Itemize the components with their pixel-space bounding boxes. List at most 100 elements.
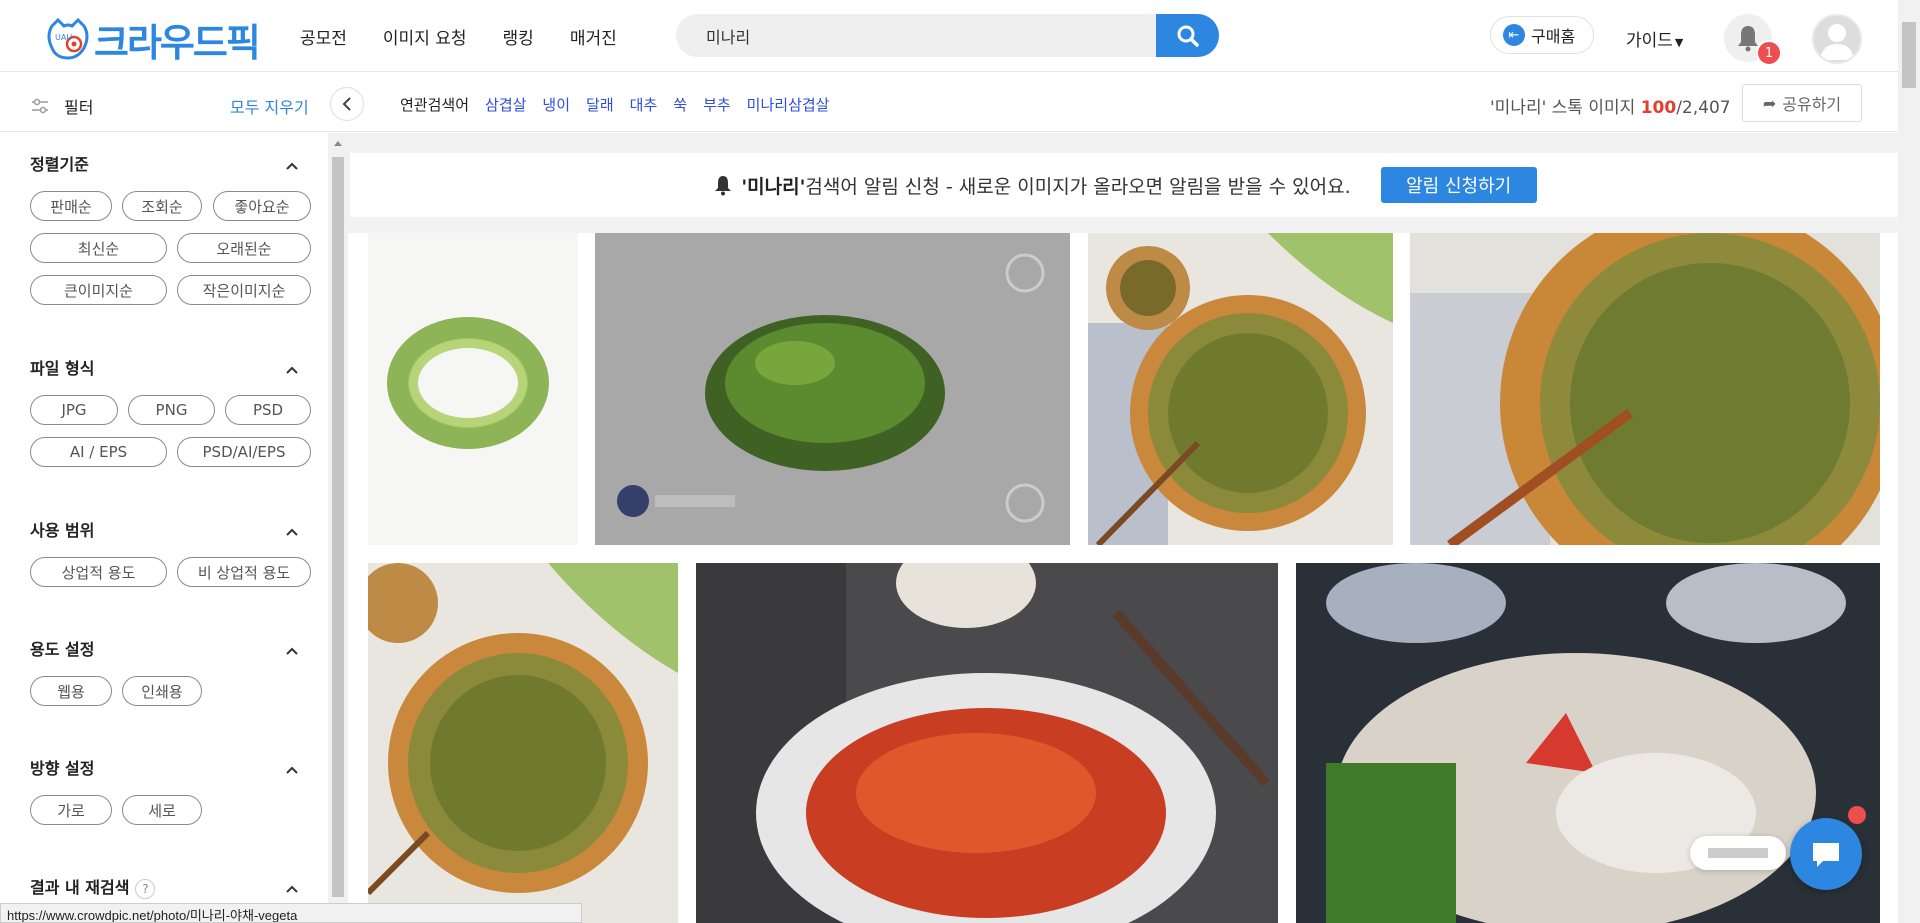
count-total: /2,407 bbox=[1676, 98, 1731, 118]
chevron-up-icon bbox=[286, 155, 298, 174]
collapse-sidebar-button[interactable] bbox=[330, 87, 364, 121]
alert-keyword: '미나리' bbox=[741, 175, 806, 198]
image-thumbnail[interactable] bbox=[696, 563, 1278, 923]
buy-home-button[interactable]: ⇤ 구매홈 bbox=[1490, 16, 1594, 54]
sidebar-scrollbar[interactable] bbox=[328, 133, 348, 923]
nav-magazine[interactable]: 매거진 bbox=[570, 24, 617, 49]
chat-button[interactable] bbox=[1790, 818, 1862, 890]
file-format-section-title[interactable]: 파일 형식 bbox=[30, 355, 314, 378]
chat-bubble-icon bbox=[1813, 843, 1839, 867]
image-thumbnail[interactable] bbox=[1410, 233, 1880, 545]
caret-down-icon: ▼ bbox=[1674, 36, 1684, 49]
search-bar bbox=[676, 14, 1219, 57]
help-icon[interactable]: ? bbox=[135, 879, 156, 899]
section-title-text: 방향 설정 bbox=[30, 759, 95, 778]
filter-sidebar: 정렬기준 판매순 조회순 좋아요순 최신순 오래된순 큰이미지순 작은이미지순 … bbox=[0, 133, 330, 923]
image-thumbnail[interactable] bbox=[368, 233, 578, 545]
svg-text:UAU: UAU bbox=[55, 33, 72, 42]
related-keyword[interactable]: 달래 bbox=[586, 94, 614, 115]
subscribe-alert-button[interactable]: 알림 신청하기 bbox=[1380, 167, 1537, 203]
sort-option[interactable]: 좋아요순 bbox=[213, 191, 311, 221]
sort-option[interactable]: 오래된순 bbox=[177, 233, 311, 263]
section-title-text: 정렬기준 bbox=[30, 155, 89, 174]
guide-label: 가이드 bbox=[1626, 31, 1673, 51]
related-keyword[interactable]: 삼겹살 bbox=[485, 94, 526, 115]
usage-option[interactable]: 상업적 용도 bbox=[30, 557, 167, 587]
chevron-left-icon bbox=[342, 97, 351, 111]
chevron-up-icon bbox=[286, 521, 298, 540]
search-input[interactable] bbox=[706, 14, 1126, 57]
sidebar-scroll-thumb[interactable] bbox=[332, 157, 344, 897]
share-label: 공유하기 bbox=[1782, 95, 1842, 114]
usage-option[interactable]: 비 상업적 용도 bbox=[177, 557, 311, 587]
search-button[interactable] bbox=[1156, 14, 1219, 57]
format-option[interactable]: JPG bbox=[30, 395, 118, 425]
orientation-option[interactable]: 세로 bbox=[122, 795, 202, 825]
format-option[interactable]: PSD/AI/EPS bbox=[177, 437, 311, 467]
section-title-text: 결과 내 재검색 bbox=[30, 878, 130, 897]
share-arrow-icon: ➦ bbox=[1762, 93, 1777, 113]
sort-section-title[interactable]: 정렬기준 bbox=[30, 151, 314, 174]
purpose-option[interactable]: 인쇄용 bbox=[122, 676, 202, 706]
top-header: UAU 크라우드픽 공모전 이미지 요청 랭킹 매거진 ⇤ 구매홈 가이드▼ 1 bbox=[0, 0, 1898, 72]
related-keyword[interactable]: 쑥 bbox=[673, 94, 687, 115]
image-thumbnail-hovered[interactable] bbox=[595, 233, 1070, 545]
chevron-up-icon bbox=[286, 878, 298, 897]
related-keyword[interactable]: 냉이 bbox=[542, 94, 570, 115]
usage-scope-section-title[interactable]: 사용 범위 bbox=[30, 517, 314, 540]
sort-option[interactable]: 판매순 bbox=[30, 191, 112, 221]
user-avatar[interactable] bbox=[1812, 14, 1862, 64]
clear-all-link[interactable]: 모두 지우기 bbox=[230, 94, 309, 118]
sort-option[interactable]: 큰이미지순 bbox=[30, 275, 167, 305]
filter-sliders-icon bbox=[32, 98, 48, 114]
results-area: '미나리' 검색어 알림 신청 - 새로운 이미지가 올라오면 알림을 받을 수… bbox=[348, 133, 1900, 923]
sort-section: 정렬기준 판매순 조회순 좋아요순 최신순 오래된순 큰이미지순 작은이미지순 bbox=[30, 151, 314, 305]
guide-dropdown[interactable]: 가이드 ▼ bbox=[1626, 26, 1683, 51]
page-scroll-thumb[interactable] bbox=[1902, 22, 1916, 88]
orientation-section: 방향 설정 가로 세로 bbox=[30, 755, 314, 825]
nav-ranking[interactable]: 랭킹 bbox=[503, 24, 534, 49]
arrow-left-icon: ⇤ bbox=[1503, 24, 1525, 46]
cat-logo-icon: UAU bbox=[44, 17, 92, 62]
orientation-section-title[interactable]: 방향 설정 bbox=[30, 755, 314, 778]
purpose-section-title[interactable]: 용도 설정 bbox=[30, 636, 314, 659]
notification-badge: 1 bbox=[1756, 40, 1782, 66]
main-nav: 공모전 이미지 요청 랭킹 매거진 bbox=[300, 24, 653, 49]
image-grid bbox=[348, 233, 1898, 923]
chat-badge bbox=[1848, 806, 1866, 824]
purpose-option[interactable]: 웹용 bbox=[30, 676, 112, 706]
count-shown: 100 bbox=[1640, 98, 1677, 118]
sort-option[interactable]: 조회순 bbox=[122, 191, 202, 221]
filter-label: 필터 bbox=[64, 98, 94, 117]
page-scrollbar[interactable] bbox=[1898, 0, 1920, 923]
nav-contest[interactable]: 공모전 bbox=[300, 24, 347, 49]
format-option[interactable]: PSD bbox=[225, 395, 311, 425]
search-icon bbox=[1177, 25, 1199, 47]
research-section-title[interactable]: 결과 내 재검색? bbox=[30, 874, 314, 899]
image-thumbnail[interactable] bbox=[1088, 233, 1393, 545]
sort-option[interactable]: 최신순 bbox=[30, 233, 167, 263]
chat-tooltip bbox=[1690, 836, 1786, 870]
buy-home-label: 구매홈 bbox=[1531, 27, 1576, 46]
format-option[interactable]: PNG bbox=[128, 395, 215, 425]
sort-option[interactable]: 작은이미지순 bbox=[177, 275, 311, 305]
nav-image-request[interactable]: 이미지 요청 bbox=[383, 24, 467, 49]
chevron-up-icon bbox=[286, 359, 298, 378]
count-prefix: '미나리' 스톡 이미지 bbox=[1490, 98, 1641, 118]
related-keyword[interactable]: 미나리삼겹살 bbox=[747, 94, 830, 115]
section-title-text: 사용 범위 bbox=[30, 521, 95, 540]
logo[interactable]: UAU 크라우드픽 bbox=[44, 12, 261, 67]
chevron-up-icon bbox=[286, 640, 298, 659]
link-status-bar: https://www.crowdpic.net/photo/미나리-야채-ve… bbox=[0, 903, 582, 923]
filter-toolbar: 필터 모두 지우기 연관검색어 삼겹살 냉이 달래 대추 쑥 부추 미나리삼겹살… bbox=[0, 72, 1898, 132]
related-keyword[interactable]: 대추 bbox=[630, 94, 658, 115]
file-format-section: 파일 형식 JPG PNG PSD AI / EPS PSD/AI/EPS bbox=[30, 355, 314, 467]
format-option[interactable]: AI / EPS bbox=[30, 437, 167, 467]
related-keyword[interactable]: 부추 bbox=[703, 94, 731, 115]
filter-header: 필터 bbox=[30, 94, 93, 118]
alert-message: 검색어 알림 신청 - 새로운 이미지가 올라오면 알림을 받을 수 있어요. bbox=[805, 175, 1351, 198]
purpose-section: 용도 설정 웹용 인쇄용 bbox=[30, 636, 314, 706]
image-thumbnail[interactable] bbox=[368, 563, 678, 923]
orientation-option[interactable]: 가로 bbox=[30, 795, 112, 825]
share-button[interactable]: ➦ 공유하기 bbox=[1742, 84, 1862, 122]
